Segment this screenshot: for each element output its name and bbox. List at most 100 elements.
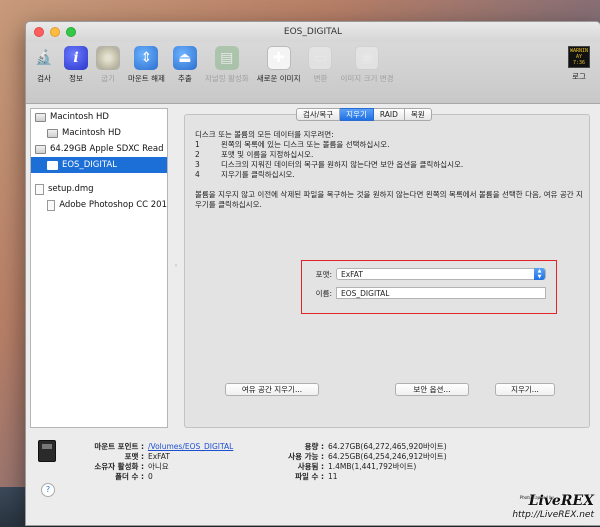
watermark-url: http://LiveREX.net — [512, 510, 594, 520]
toolbar-unmount-button[interactable]: ⇕ 마운트 해제 — [128, 46, 165, 84]
eject-icon: ⏏ — [172, 46, 197, 70]
sidebar-item-sdxc-reader[interactable]: 64.29GB Apple SDXC Read — [31, 141, 167, 157]
sidebar-item-macintosh-hd-volume[interactable]: Macintosh HD — [31, 125, 167, 141]
splitter-handle[interactable]: ◦ — [174, 262, 178, 270]
tab-bar: 검사/복구 지우기 RAID 복원 — [296, 108, 432, 121]
journal-icon: ▤ — [214, 46, 239, 70]
volume-icon — [47, 160, 58, 170]
close-window-button[interactable] — [34, 27, 44, 37]
step-text: 지우기를 클릭하십시오. — [221, 170, 295, 179]
info-value: 1.4MB(1,441,792바이트) — [328, 462, 417, 471]
disk-utility-window: EOS_DIGITAL 🔬 검사 i 정보 굽기 ⇕ 마운트 해제 ⏏ 추출 ▤… — [25, 21, 600, 526]
info-left-column: 마운트 포인트 : /Volumes/EOS_DIGITAL 포맷 : ExFA… — [56, 442, 233, 482]
erase-instructions: 디스크 또는 볼륨의 모든 데이터를 지우려면: 1 왼쪽의 목록에 있는 디스… — [195, 130, 585, 210]
main-panel: 검사/복구 지우기 RAID 복원 디스크 또는 볼륨의 모든 데이터를 지우려… — [184, 108, 596, 428]
resize-image-icon: ▣ — [355, 46, 380, 70]
toolbar: 🔬 검사 i 정보 굽기 ⇕ 마운트 해제 ⏏ 추출 ▤ 저널링 활성화 ✚ 새… — [26, 42, 600, 104]
erase-tab-content: 디스크 또는 볼륨의 모든 데이터를 지우려면: 1 왼쪽의 목록에 있는 디스… — [184, 114, 590, 428]
volume-icon — [47, 128, 58, 138]
info-format: 포맷 : ExFAT — [56, 452, 233, 462]
instruction-step: 4 지우기를 클릭하십시오. — [195, 170, 585, 180]
step-number: 1 — [195, 140, 200, 149]
volume-name-input[interactable]: EOS_DIGITAL — [336, 287, 546, 299]
info-key: 용량 : — [304, 442, 324, 451]
format-row: 포맷: ExFAT ▲ ▼ — [304, 268, 546, 280]
step-text: 왼쪽의 목록에 있는 디스크 또는 볼륨을 선택하십시오. — [221, 140, 390, 149]
toolbar-eject-button[interactable]: ⏏ 추출 — [172, 46, 197, 84]
format-name-highlight-box: 포맷: ExFAT ▲ ▼ 이름: EOS_DIGITAL — [301, 260, 557, 314]
name-label: 이름: — [315, 288, 332, 298]
instructions-intro: 디스크 또는 볼륨의 모든 데이터를 지우려면: — [195, 130, 334, 139]
info-owners: 소유자 활성화 : 아니요 — [56, 462, 233, 472]
step-number: 3 — [195, 160, 200, 169]
toolbar-label: 변환 — [313, 74, 328, 83]
security-options-button[interactable]: 보안 옵션... — [395, 383, 469, 396]
tab-first-aid[interactable]: 검사/복구 — [296, 108, 341, 121]
info-key: 사용 가능 : — [288, 452, 324, 461]
sidebar-item-setup-dmg[interactable]: setup.dmg — [31, 181, 167, 197]
sidebar-item-photoshop-image[interactable]: Adobe Photoshop CC 201 — [31, 197, 167, 213]
log-icon-text-2: AY 7:36 — [572, 54, 586, 66]
instruction-step: 2 포맷 및 이름을 지정하십시오. — [195, 150, 585, 160]
toolbar-label: 이미지 크기 변경 — [340, 74, 394, 83]
sd-card-icon — [38, 440, 56, 462]
help-button[interactable]: ? — [41, 483, 55, 497]
instruction-step: 1 왼쪽의 목록에 있는 디스크 또는 볼륨을 선택하십시오. — [195, 140, 585, 150]
format-select[interactable]: ExFAT ▲ ▼ — [336, 268, 546, 280]
window-controls — [34, 27, 76, 37]
toolbar-label: 정보 — [69, 74, 83, 83]
card-reader-icon — [35, 144, 46, 154]
toolbar-new-image-button[interactable]: ✚ 새로운 이미지 — [256, 46, 301, 84]
toolbar-resize-image-button[interactable]: ▣ 이미지 크기 변경 — [340, 46, 394, 84]
info-value: 64.27GB(64,272,465,920바이트) — [328, 442, 447, 451]
sidebar-item-label: setup.dmg — [48, 184, 94, 194]
toolbar-label: 새로운 이미지 — [256, 74, 301, 83]
hard-disk-icon — [35, 112, 46, 122]
info-key: 파일 수 : — [295, 472, 324, 481]
toolbar-info-button[interactable]: i 정보 — [64, 46, 88, 84]
sidebar-item-eos-digital[interactable]: EOS_DIGITAL — [31, 157, 167, 173]
burn-disc-icon — [96, 46, 120, 70]
toolbar-burn-button[interactable]: 굽기 — [96, 46, 120, 84]
tab-raid[interactable]: RAID — [373, 108, 405, 121]
toolbar-journal-button[interactable]: ▤ 저널링 활성화 — [205, 46, 249, 84]
info-icon: i — [64, 46, 88, 70]
toolbar-verify-button[interactable]: 🔬 검사 — [32, 46, 56, 84]
sidebar-item-label: Macintosh HD — [62, 128, 121, 138]
erase-button[interactable]: 지우기... — [495, 383, 555, 396]
zoom-window-button[interactable] — [66, 27, 76, 37]
info-value: ExFAT — [148, 452, 170, 461]
info-folders: 폴더 수 : 0 — [56, 472, 233, 482]
unmount-icon: ⇕ — [134, 46, 159, 70]
toolbar-label: 마운트 해제 — [128, 74, 165, 83]
info-key: 마운트 포인트 : — [94, 442, 144, 451]
toolbar-convert-button[interactable]: ▭ 변환 — [308, 46, 333, 84]
info-key: 소유자 활성화 : — [94, 462, 144, 471]
erase-free-space-button[interactable]: 여유 공간 지우기... — [225, 383, 319, 396]
toolbar-label: 굽기 — [101, 74, 115, 83]
tab-erase[interactable]: 지우기 — [340, 108, 374, 121]
microscope-icon: 🔬 — [35, 50, 53, 66]
sidebar-item-label: Adobe Photoshop CC 201 — [59, 200, 167, 210]
info-used: 사용됨 : 1.4MB(1,441,792바이트) — [270, 462, 447, 472]
info-mount-point: 마운트 포인트 : /Volumes/EOS_DIGITAL — [56, 442, 233, 452]
minimize-window-button[interactable] — [50, 27, 60, 37]
info-value: 0 — [148, 472, 153, 481]
info-right-column: 용량 : 64.27GB(64,272,465,920바이트) 사용 가능 : … — [270, 442, 447, 482]
window-title: EOS_DIGITAL — [283, 27, 343, 37]
tab-restore[interactable]: 복원 — [404, 108, 432, 121]
toolbar-label: 검사 — [37, 74, 51, 83]
step-number: 2 — [195, 150, 200, 159]
format-select-value: ExFAT — [341, 270, 363, 279]
info-key: 포맷 : — [124, 452, 144, 461]
name-row: 이름: EOS_DIGITAL — [304, 287, 546, 299]
info-key: 사용됨 : — [297, 462, 324, 471]
sidebar-item-macintosh-hd-disk[interactable]: Macintosh HD — [31, 109, 167, 125]
mount-point-link[interactable]: /Volumes/EOS_DIGITAL — [148, 442, 233, 452]
toolbar-label: 추출 — [177, 74, 192, 83]
sidebar-item-label: Macintosh HD — [50, 112, 109, 122]
toolbar-log-button[interactable]: WARNIN AY 7:36 로그 — [568, 46, 590, 82]
info-available: 사용 가능 : 64.25GB(64,254,246,912바이트) — [270, 452, 446, 462]
watermark-signature: LiveREX — [528, 493, 594, 509]
